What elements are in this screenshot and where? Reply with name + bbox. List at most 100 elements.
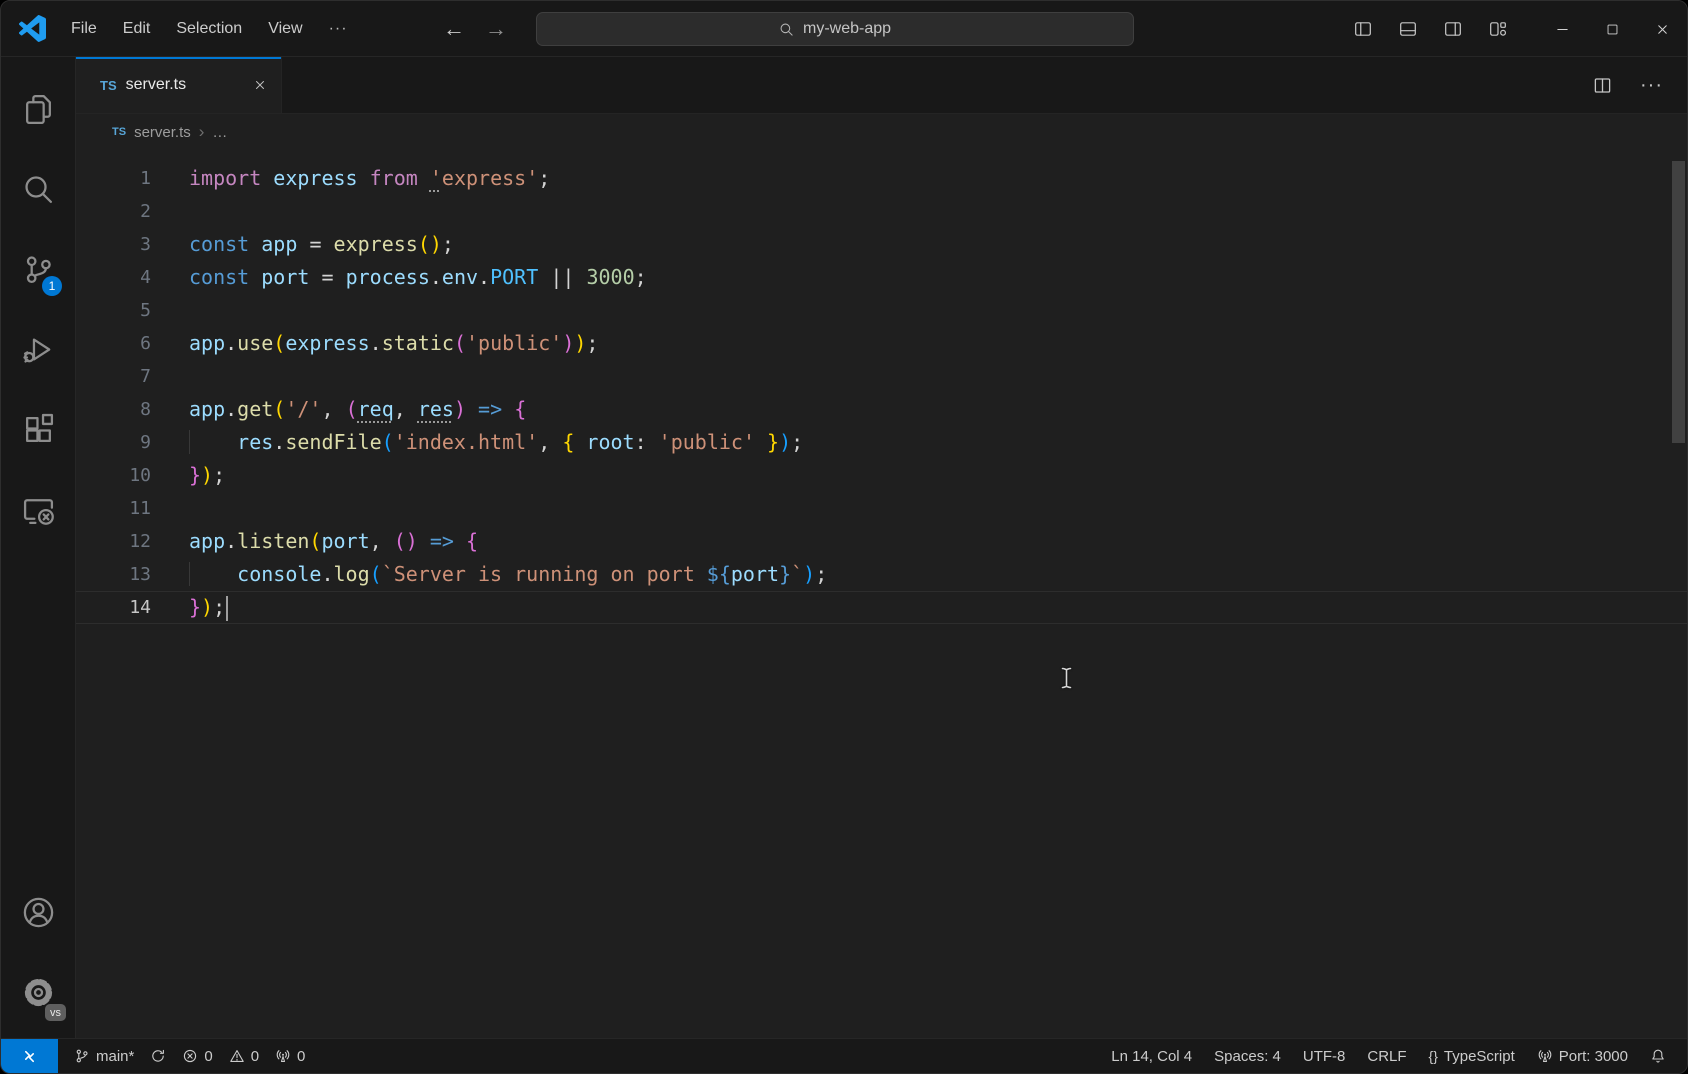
code-line-10[interactable]: 10});: [76, 459, 1687, 492]
line-number: 7: [76, 366, 151, 387]
toggle-primary-sidebar-button[interactable]: [1354, 20, 1372, 38]
code-line-8[interactable]: 8 app.get('/', (req, res) => {: [76, 393, 1687, 426]
status-warnings[interactable]: 0: [221, 1039, 267, 1074]
code-line-2[interactable]: 2: [76, 195, 1687, 228]
breadcrumb-file[interactable]: server.ts: [134, 124, 191, 141]
maximize-button[interactable]: [1587, 1, 1637, 57]
code-text: console.log(`Server is running on port $…: [189, 558, 827, 591]
go-forward-icon[interactable]: →: [485, 16, 507, 42]
vscode-logo-icon: [19, 15, 46, 42]
editor-actions: ···: [1593, 57, 1687, 113]
activity-bar-item-run-and-debug[interactable]: [1, 309, 75, 389]
status-ports[interactable]: 0: [267, 1039, 313, 1074]
toggle-secondary-sidebar-button[interactable]: [1444, 20, 1462, 38]
line-number: 9: [76, 432, 151, 453]
code-line-7[interactable]: 7: [76, 360, 1687, 393]
code-text: });: [189, 459, 225, 492]
line-number: 8: [76, 399, 151, 420]
status-errors-label: 0: [204, 1048, 212, 1065]
code-line-12[interactable]: 12app.listen(port, () => {: [76, 525, 1687, 558]
broadcast-icon: [1537, 1048, 1553, 1064]
status-language-mode[interactable]: {}TypeScript: [1418, 1039, 1526, 1074]
status-sync[interactable]: [142, 1039, 174, 1074]
menu-view[interactable]: View: [255, 20, 315, 38]
code-lines: 1import express from 'express'; 2 3const a…: [76, 150, 1687, 624]
activity-bar-item-extensions[interactable]: [1, 389, 75, 469]
mouse-ibeam-pointer: [1059, 666, 1074, 690]
split-editor-icon[interactable]: [1593, 76, 1612, 95]
breadcrumb: TS server.ts › …: [76, 114, 1687, 150]
customize-layout-button[interactable]: [1489, 20, 1507, 38]
run-debug-icon: [22, 333, 55, 366]
status-encoding[interactable]: UTF-8: [1292, 1039, 1357, 1074]
toggle-panel-button[interactable]: [1399, 20, 1417, 38]
activity-bar-item-explorer[interactable]: [1, 69, 75, 149]
error-icon: [182, 1048, 198, 1064]
status-indentation-label: Spaces: 4: [1214, 1048, 1281, 1065]
more-actions-icon[interactable]: ···: [1640, 74, 1663, 97]
activity-bar-item-settings[interactable]: vs: [1, 952, 75, 1032]
activity-bar-top: 1: [1, 69, 75, 549]
code-line-6[interactable]: 6app.use(express.static('public'));: [76, 327, 1687, 360]
code-line-3[interactable]: 3const app = express();: [76, 228, 1687, 261]
source-control-badge: 1: [42, 276, 62, 296]
code-line-11[interactable]: 11: [76, 492, 1687, 525]
menu-overflow[interactable]: ···: [316, 20, 361, 38]
account-icon: [22, 896, 55, 929]
activity-bar-item-remote-explorer[interactable]: [1, 469, 75, 549]
status-encoding-label: UTF-8: [1303, 1048, 1346, 1065]
tab-server-ts[interactable]: TS server.ts: [76, 57, 282, 113]
code-text: const app = express();: [189, 228, 454, 261]
status-errors[interactable]: 0: [174, 1039, 220, 1074]
nav-arrows: ← →: [443, 1, 507, 57]
code-line-14[interactable]: 14});: [76, 591, 1687, 624]
code-line-1[interactable]: 1import express from 'express';: [76, 162, 1687, 195]
minimize-button[interactable]: [1537, 1, 1587, 57]
close-button[interactable]: [1637, 1, 1687, 57]
status-branch[interactable]: main*: [66, 1039, 142, 1074]
go-back-icon[interactable]: ←: [443, 16, 465, 42]
status-notifications[interactable]: [1639, 1039, 1677, 1074]
code-line-13[interactable]: 13 console.log(`Server is running on por…: [76, 558, 1687, 591]
menu-edit[interactable]: Edit: [110, 20, 164, 38]
code-line-9[interactable]: 9 res.sendFile('index.html', { root: 'pu…: [76, 426, 1687, 459]
status-ports-label: 0: [297, 1048, 305, 1065]
search-icon: [22, 173, 55, 206]
code-text: app.listen(port, () => {: [189, 525, 478, 558]
line-number: 14: [76, 597, 151, 618]
activity-bar-item-source-control[interactable]: 1: [1, 229, 75, 309]
vscode-window: FileEditSelectionView··· ← → my-web-app …: [0, 0, 1688, 1074]
status-port-forward[interactable]: Port: 3000: [1526, 1039, 1639, 1074]
code-text: app.get('/', (req, res) => {: [189, 393, 526, 426]
status-language-mode-label: TypeScript: [1444, 1048, 1515, 1065]
minimize-icon: [1555, 22, 1570, 37]
customize-layout-icon: [1489, 20, 1507, 38]
close-icon: [1655, 22, 1670, 37]
command-center-value: my-web-app: [803, 20, 891, 38]
code-text: });: [189, 591, 228, 624]
line-number: 11: [76, 498, 151, 519]
sync-icon: [150, 1048, 166, 1064]
status-cursor-position[interactable]: Ln 14, Col 4: [1100, 1039, 1203, 1074]
editor-scrollbar[interactable]: [1672, 161, 1685, 443]
code-editor[interactable]: 1import express from 'express'; 2 3const a…: [76, 150, 1687, 1038]
layout-sidebar-right-icon: [1444, 20, 1462, 38]
remote-indicator[interactable]: [1, 1039, 58, 1073]
code-line-5[interactable]: 5: [76, 294, 1687, 327]
maximize-icon: [1606, 23, 1619, 36]
tab-close-icon[interactable]: [253, 78, 267, 92]
status-eol[interactable]: CRLF: [1356, 1039, 1417, 1074]
activity-bar-item-accounts[interactable]: [1, 872, 75, 952]
menu-selection[interactable]: Selection: [163, 20, 255, 38]
files-icon: [22, 93, 55, 126]
activity-bar-item-search[interactable]: [1, 149, 75, 229]
code-line-4[interactable]: 4const port = process.env.PORT || 3000;: [76, 261, 1687, 294]
menu-file[interactable]: File: [58, 20, 110, 38]
command-center-search[interactable]: my-web-app: [536, 12, 1134, 46]
status-indentation[interactable]: Spaces: 4: [1203, 1039, 1292, 1074]
status-eol-label: CRLF: [1367, 1048, 1406, 1065]
breadcrumb-symbol[interactable]: …: [212, 124, 227, 141]
status-bar-left: main*000: [66, 1039, 313, 1074]
line-number: 2: [76, 201, 151, 222]
line-number: 6: [76, 333, 151, 354]
